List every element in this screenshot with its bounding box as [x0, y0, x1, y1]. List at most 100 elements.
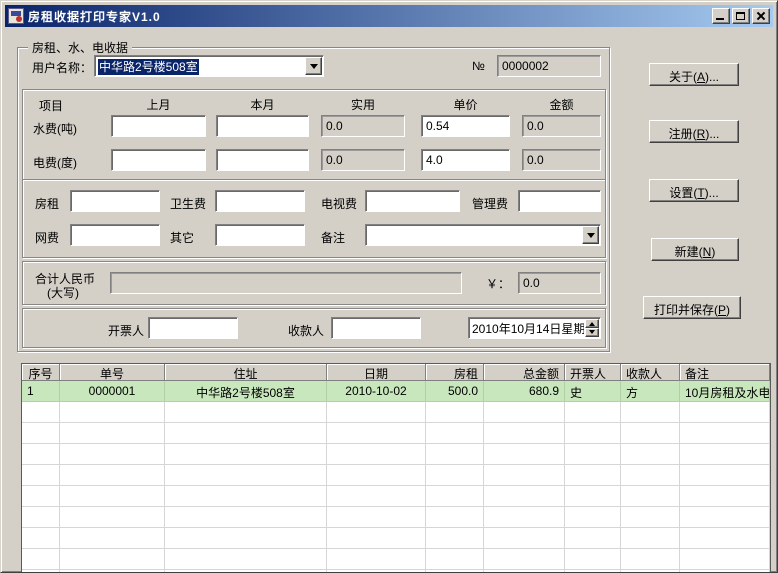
table-row-empty[interactable]	[22, 486, 770, 507]
user-name-combobox[interactable]: 中华路2号楼508室	[94, 55, 324, 77]
table-cell	[621, 486, 680, 507]
table-cell	[165, 528, 327, 549]
meter-header-usage: 实用	[321, 96, 405, 113]
amount-in-words-field	[110, 272, 462, 294]
table-cell	[22, 528, 60, 549]
issuer-input[interactable]	[148, 317, 238, 339]
table-row-empty[interactable]	[22, 444, 770, 465]
other-label: 其它	[170, 229, 194, 246]
minimize-button[interactable]	[712, 8, 730, 24]
maximize-button[interactable]	[732, 8, 750, 24]
chevron-down-icon	[310, 64, 318, 73]
electric-this-month-input[interactable]	[216, 149, 309, 171]
table-cell: 方	[621, 381, 680, 402]
table-cell: 10月房租及水电费	[680, 381, 770, 402]
table-row-empty[interactable]	[22, 507, 770, 528]
table-cell	[484, 465, 565, 486]
chevron-up-icon	[589, 319, 595, 326]
column-header[interactable]: 序号	[22, 364, 60, 381]
table-cell	[426, 486, 484, 507]
column-header[interactable]: 日期	[327, 364, 426, 381]
water-row-label: 水费(吨)	[33, 120, 77, 137]
table-cell	[60, 465, 165, 486]
table-cell	[680, 486, 770, 507]
remarks-dropdown-button[interactable]	[582, 226, 599, 244]
settings-button[interactable]: 设置(T)...	[649, 179, 739, 202]
remarks-combobox[interactable]	[365, 224, 601, 246]
table-cell	[22, 402, 60, 423]
management-input[interactable]	[518, 190, 601, 212]
table-cell	[22, 486, 60, 507]
minimize-icon	[716, 18, 724, 20]
internet-input[interactable]	[70, 224, 160, 246]
table-cell	[165, 549, 327, 570]
column-header[interactable]: 单号	[60, 364, 165, 381]
column-header[interactable]: 开票人	[565, 364, 621, 381]
table-row-empty[interactable]	[22, 528, 770, 549]
table-cell	[165, 465, 327, 486]
column-header[interactable]: 备注	[680, 364, 770, 381]
table-row-empty[interactable]	[22, 549, 770, 570]
about-button[interactable]: 关于(A)...	[649, 63, 739, 86]
date-picker[interactable]: 2010年10月14日星期四	[468, 317, 601, 339]
close-button[interactable]	[752, 8, 770, 24]
internet-label: 网费	[35, 229, 59, 246]
titlebar: 房租收据打印专家V1.0	[5, 5, 773, 27]
rent-input[interactable]	[70, 190, 160, 212]
table-cell: 680.9	[484, 381, 565, 402]
other-input[interactable]	[215, 224, 305, 246]
electric-usage-field: 0.0	[321, 149, 405, 171]
column-header[interactable]: 房租	[426, 364, 484, 381]
column-header[interactable]: 住址	[165, 364, 327, 381]
table-row-empty[interactable]	[22, 402, 770, 423]
table-cell	[60, 444, 165, 465]
issuer-label: 开票人	[108, 322, 144, 339]
receipt-no-label: №	[472, 59, 485, 73]
table-cell	[621, 423, 680, 444]
new-button[interactable]: 新建(N)	[651, 238, 739, 261]
payee-input[interactable]	[331, 317, 421, 339]
table-cell	[165, 402, 327, 423]
table-cell	[327, 486, 426, 507]
user-name-dropdown-button[interactable]	[305, 57, 322, 75]
yen-label: ￥：	[486, 275, 510, 292]
table-cell	[60, 402, 165, 423]
spin-down-button[interactable]	[585, 328, 599, 337]
total-section: 合计人民币 (大写) ￥： 0.0	[22, 261, 606, 305]
total-label-line2: (大写)	[47, 284, 79, 301]
button-label: )...	[705, 127, 719, 141]
water-usage-field: 0.0	[321, 115, 405, 137]
water-unit-price-input[interactable]	[421, 115, 510, 137]
sanitation-input[interactable]	[215, 190, 305, 212]
maximize-icon	[736, 12, 745, 20]
electric-unit-price-input[interactable]	[421, 149, 510, 171]
receipt-groupbox-title: 房租、水、电收据	[28, 39, 132, 56]
table-row-empty[interactable]	[22, 465, 770, 486]
electric-last-month-input[interactable]	[111, 149, 206, 171]
button-label: 新建(	[675, 245, 703, 259]
table-cell	[680, 423, 770, 444]
table-row-empty[interactable]	[22, 423, 770, 444]
button-label: )...	[705, 70, 719, 84]
spin-up-button[interactable]	[585, 319, 599, 328]
tv-input[interactable]	[365, 190, 460, 212]
table-cell	[621, 528, 680, 549]
water-last-month-input[interactable]	[111, 115, 206, 137]
column-header[interactable]: 收款人	[621, 364, 680, 381]
register-button[interactable]: 注册(R)...	[649, 120, 739, 143]
chevron-down-icon	[589, 330, 595, 337]
table-cell	[60, 507, 165, 528]
table-row-selected[interactable]: 1 0000001 中华路2号楼508室 2010-10-02 500.0 68…	[22, 381, 770, 402]
table-cell	[426, 465, 484, 486]
table-cell	[680, 528, 770, 549]
table-cell: 500.0	[426, 381, 484, 402]
user-name-label: 用户名称：	[32, 59, 92, 76]
water-this-month-input[interactable]	[216, 115, 309, 137]
table-cell	[680, 507, 770, 528]
table-cell: 中华路2号楼508室	[165, 381, 327, 402]
table-cell	[165, 423, 327, 444]
print-save-button[interactable]: 打印并保存(P)	[643, 296, 741, 319]
table-cell	[327, 402, 426, 423]
column-header[interactable]: 总金额	[484, 364, 565, 381]
table-cell	[565, 423, 621, 444]
